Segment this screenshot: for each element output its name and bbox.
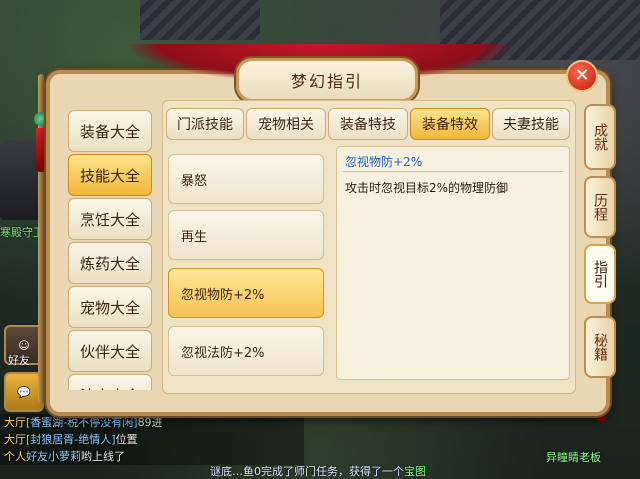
chat-text: 哟上线了 (81, 450, 125, 463)
tab-4[interactable]: 夫妻技能 (492, 108, 570, 140)
side-tab-0[interactable]: 成就 (584, 104, 616, 170)
chat-channel: 大厅 (4, 416, 26, 429)
friends-label: 好友 (8, 354, 30, 367)
chat-sender[interactable]: 好友小萝莉 (26, 450, 81, 463)
friends-icon: ☺ (18, 338, 30, 352)
category-1[interactable]: 技能大全 (68, 154, 152, 196)
panel-title-plate: 梦幻指引 (236, 58, 418, 102)
chat-line[interactable]: 大厅[封狼居胥-绝情人]位置 (0, 431, 304, 448)
tab-1[interactable]: 宠物相关 (246, 108, 326, 140)
detail-title: 忽视物防+2% (345, 155, 423, 169)
effect-item-1[interactable]: 再生 (168, 210, 324, 260)
system-broadcast: 谜底…鱼0完成了师门任务，获得了一个宝图 (210, 463, 426, 479)
roof-decoration-left (140, 0, 260, 40)
detail-description: 攻击时忽视目标2%的物理防御 (345, 181, 509, 195)
tab-2[interactable]: 装备特技 (328, 108, 408, 140)
corner-notice: 异瞳睛老板 (546, 451, 601, 464)
effect-item-2[interactable]: 忽视物防+2% (168, 268, 324, 318)
broadcast-text: 谜底…鱼0完成了师门任务，获得了一个 (210, 465, 404, 478)
tassel-left (36, 128, 46, 172)
effect-list[interactable]: 暴怒再生忽视物防+2% 忽视法防+2% (168, 148, 328, 380)
chat-channel: 大厅 (4, 433, 26, 446)
side-tab-1[interactable]: 历程 (584, 176, 616, 238)
broadcast-highlight: 宝图 (404, 465, 426, 478)
chat-text: 位置 (115, 433, 138, 446)
category-6[interactable]: 法宝大全 (68, 374, 152, 390)
panel-title: 梦幻指引 (290, 72, 363, 91)
tab-3[interactable]: 装备特效 (410, 108, 490, 140)
close-icon: ✕ (574, 65, 590, 86)
side-tab-3[interactable]: 秘籍 (584, 316, 616, 378)
category-5[interactable]: 伙伴大全 (68, 330, 152, 372)
effect-item-3[interactable]: 忽视法防+2% (168, 326, 324, 376)
side-tab-2[interactable]: 指引 (584, 244, 616, 304)
close-button[interactable]: ✕ (566, 60, 598, 92)
chat-bubble-icon: 💬 (17, 385, 31, 399)
detail-panel: 忽视物防+2% 攻击时忽视目标2%的物理防御 (336, 146, 570, 380)
chat-sender[interactable]: [香蜜湖-税不停没有闲] (26, 416, 138, 429)
category-4[interactable]: 宠物大全 (68, 286, 152, 328)
category-3[interactable]: 炼药大全 (68, 242, 152, 284)
category-2[interactable]: 烹饪大全 (68, 198, 152, 240)
chat-sender[interactable]: [封狼居胥-绝情人] (26, 433, 116, 446)
category-0[interactable]: 装备大全 (68, 110, 152, 152)
chat-channel: 个人 (4, 450, 26, 463)
chat-line[interactable]: 大厅[香蜜湖-税不停没有闲]89进 (0, 414, 304, 431)
effect-item-0[interactable]: 暴怒 (168, 154, 324, 204)
category-list[interactable]: 装备大全技能大全烹饪大全炼药大全宠物大全伙伴大全法宝大全 (60, 98, 160, 390)
tab-0[interactable]: 门派技能 (166, 108, 244, 140)
chat-text: 89进 (137, 416, 163, 429)
detail-divider (343, 171, 563, 172)
